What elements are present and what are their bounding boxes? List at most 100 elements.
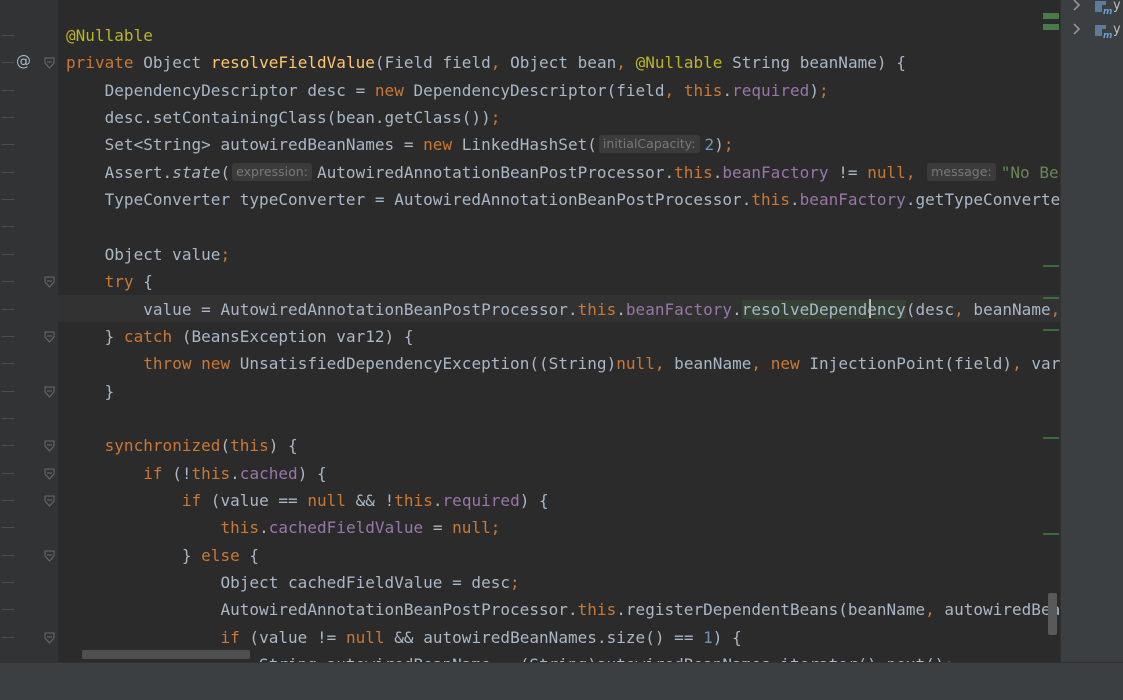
fold-toggle-icon[interactable] bbox=[44, 440, 55, 452]
code-line[interactable]: } catch (BeansException var12) { bbox=[66, 323, 414, 350]
chevron-right-icon[interactable] bbox=[1071, 22, 1083, 40]
code-line[interactable]: synchronized(this) { bbox=[66, 432, 298, 459]
fold-toggle-icon[interactable] bbox=[44, 386, 55, 398]
code-editor[interactable]: @Nullable private Object resolveFieldValu… bbox=[58, 0, 1060, 662]
code-token: this bbox=[191, 463, 231, 483]
code-line[interactable]: try { bbox=[66, 268, 153, 295]
gutter-line-marker bbox=[2, 499, 14, 501]
fold-toggle-icon[interactable] bbox=[44, 331, 55, 343]
change-marker[interactable] bbox=[1043, 24, 1059, 30]
horizontal-scrollbar-thumb[interactable] bbox=[82, 650, 250, 659]
code-token: .registerDependentBeans(beanName bbox=[616, 600, 926, 620]
code-token: beanName bbox=[664, 354, 752, 374]
code-token: this bbox=[394, 490, 433, 510]
code-token: , bbox=[925, 600, 935, 620]
code-line[interactable]: throw new UnsatisfiedDependencyException… bbox=[66, 350, 1060, 377]
code-token: if bbox=[220, 627, 240, 647]
code-token: resolveFieldValue bbox=[210, 53, 375, 73]
override-marker-icon[interactable]: @ bbox=[16, 52, 31, 70]
code-line[interactable]: this.cachedFieldValue = null; bbox=[66, 514, 500, 541]
code-token: , bbox=[664, 80, 675, 100]
code-token: @Nullable bbox=[635, 53, 723, 73]
code-line[interactable]: value = AutowiredAnnotationBeanPostProce… bbox=[66, 296, 1060, 323]
code-token: value = AutowiredAnnotationBeanPostProce… bbox=[66, 299, 578, 319]
code-token: throw bbox=[143, 354, 192, 374]
code-line[interactable]: @Nullable bbox=[66, 22, 153, 49]
code-line[interactable]: Object value; bbox=[66, 241, 230, 268]
project-tree-item[interactable]: m y bbox=[1061, 0, 1123, 18]
parameter-hint: message: bbox=[927, 162, 996, 181]
gutter-line-marker bbox=[2, 445, 14, 447]
code-token: 1 bbox=[703, 627, 713, 647]
code-token: String beanName) { bbox=[722, 53, 906, 73]
project-tool-window[interactable]: m y m y bbox=[1060, 0, 1123, 662]
code-token: AutowiredAnnotationBeanPostProcessor. bbox=[316, 162, 675, 182]
code-line[interactable]: TypeConverter typeConverter = AutowiredA… bbox=[66, 186, 1060, 213]
gutter-line-marker bbox=[2, 117, 14, 119]
code-line[interactable]: if (value != null && autowiredBeanNames.… bbox=[66, 624, 742, 651]
code-token: ) { bbox=[268, 436, 298, 456]
code-token: ( bbox=[220, 162, 231, 182]
gutter-line-marker bbox=[2, 253, 14, 255]
code-token: . bbox=[616, 299, 626, 319]
code-token: . bbox=[259, 518, 269, 538]
code-token: && autowiredBeanNames.size() == bbox=[384, 627, 704, 647]
status-bar bbox=[0, 662, 1123, 700]
change-marker[interactable] bbox=[1043, 297, 1059, 299]
code-token: state bbox=[172, 162, 221, 182]
code-token: , bbox=[751, 354, 762, 374]
code-line[interactable]: desc.setContainingClass(bean.getClass())… bbox=[66, 104, 501, 131]
code-line[interactable]: AutowiredAnnotationBeanPostProcessor.thi… bbox=[66, 596, 1060, 623]
project-tree-item[interactable]: m y bbox=[1061, 20, 1123, 42]
code-token: , bbox=[1012, 354, 1022, 374]
code-token: AutowiredAnnotationBeanPostProcessor. bbox=[66, 600, 578, 620]
code-token: else bbox=[201, 545, 240, 565]
gutter-line-marker bbox=[2, 335, 14, 337]
fold-toggle-icon[interactable] bbox=[44, 550, 55, 562]
code-token: new bbox=[201, 354, 231, 374]
code-token: ; bbox=[510, 573, 520, 592]
code-token: required bbox=[732, 80, 810, 100]
code-line[interactable]: if (value == null && !this.required) { bbox=[66, 487, 549, 514]
code-token: null bbox=[452, 518, 491, 538]
editor-gutter[interactable] bbox=[0, 0, 58, 666]
text-caret bbox=[869, 299, 871, 318]
fold-toggle-icon[interactable] bbox=[44, 57, 55, 70]
change-marker[interactable] bbox=[1043, 265, 1059, 267]
code-line[interactable]: private Object resolveFieldValue(Field f… bbox=[66, 49, 906, 76]
code-line[interactable]: DependencyDescriptor desc = new Dependen… bbox=[66, 77, 829, 104]
code-line[interactable]: } bbox=[66, 378, 115, 405]
code-token: null bbox=[867, 162, 906, 182]
code-token: beanFactory bbox=[625, 299, 733, 319]
fold-toggle-icon[interactable] bbox=[44, 495, 55, 507]
code-token: . bbox=[230, 463, 240, 483]
code-line[interactable]: Set<String> autowiredBeanNames = new Lin… bbox=[66, 131, 734, 158]
code-token: Set<String> autowiredBeanNames = bbox=[66, 135, 424, 155]
code-token: catch bbox=[123, 326, 173, 346]
change-marker[interactable] bbox=[1043, 329, 1059, 331]
code-line[interactable]: if (!this.cached) { bbox=[66, 460, 327, 487]
gutter-line-marker bbox=[2, 417, 14, 419]
fold-toggle-icon[interactable] bbox=[44, 632, 55, 644]
gutter-line-marker bbox=[2, 582, 14, 583]
module-folder-icon: m bbox=[1094, 22, 1112, 41]
code-token: private bbox=[66, 53, 134, 73]
change-marker[interactable] bbox=[1043, 533, 1059, 535]
gutter-line-marker bbox=[2, 554, 14, 556]
vertical-scrollbar-thumb[interactable] bbox=[1048, 593, 1057, 635]
code-token: ; bbox=[490, 518, 501, 538]
change-marker[interactable] bbox=[1043, 13, 1059, 19]
fold-toggle-icon[interactable] bbox=[44, 468, 55, 480]
code-line[interactable]: } else { bbox=[66, 542, 259, 569]
code-line[interactable]: Object cachedFieldValue = desc; bbox=[66, 569, 520, 596]
chevron-right-icon[interactable] bbox=[1071, 0, 1083, 16]
code-line[interactable]: Assert.state(expression: AutowiredAnnotat… bbox=[66, 159, 1060, 186]
fold-toggle-icon[interactable] bbox=[44, 276, 55, 288]
change-marker[interactable] bbox=[1043, 437, 1059, 439]
code-token: , bbox=[654, 354, 665, 374]
